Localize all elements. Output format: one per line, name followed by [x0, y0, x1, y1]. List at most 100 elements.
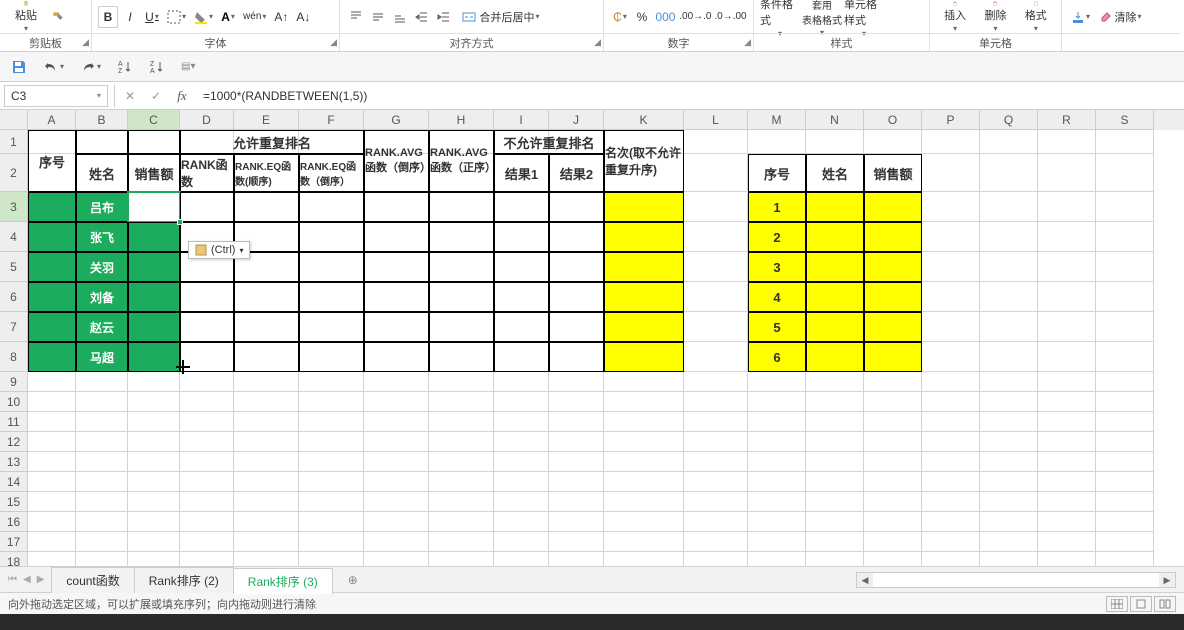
- cell[interactable]: [922, 552, 980, 566]
- cell[interactable]: [28, 492, 76, 512]
- cell[interactable]: [922, 512, 980, 532]
- cell[interactable]: [299, 492, 364, 512]
- cell[interactable]: [1096, 432, 1154, 452]
- column-header[interactable]: F: [299, 110, 364, 130]
- paste-options-button[interactable]: (Ctrl)▾: [188, 241, 250, 259]
- cell[interactable]: [1038, 192, 1096, 222]
- cell[interactable]: [76, 512, 128, 532]
- cell[interactable]: [364, 192, 429, 222]
- cell[interactable]: [429, 512, 494, 532]
- cell[interactable]: 销售额: [864, 154, 922, 192]
- cell[interactable]: [604, 412, 684, 432]
- cell[interactable]: 不允许重复排名: [494, 130, 604, 154]
- cell[interactable]: [980, 192, 1038, 222]
- cell[interactable]: [980, 452, 1038, 472]
- cell[interactable]: [234, 552, 299, 566]
- cell[interactable]: [1038, 312, 1096, 342]
- cell[interactable]: [364, 412, 429, 432]
- cell[interactable]: [748, 412, 806, 432]
- cell[interactable]: [76, 130, 128, 154]
- cell[interactable]: [684, 372, 748, 392]
- cell[interactable]: [28, 432, 76, 452]
- cell[interactable]: [494, 372, 549, 392]
- cell[interactable]: [864, 252, 922, 282]
- cell[interactable]: [806, 252, 864, 282]
- cell[interactable]: [748, 372, 806, 392]
- cell[interactable]: [128, 432, 180, 452]
- cell[interactable]: [234, 312, 299, 342]
- border-button[interactable]: ▾: [164, 6, 189, 28]
- column-header[interactable]: M: [748, 110, 806, 130]
- cell[interactable]: [76, 532, 128, 552]
- cell[interactable]: [180, 512, 234, 532]
- cell[interactable]: [980, 532, 1038, 552]
- cell[interactable]: [76, 552, 128, 566]
- row-header[interactable]: 14: [0, 472, 28, 492]
- column-header[interactable]: J: [549, 110, 604, 130]
- cell[interactable]: 名次(取不允许重复升序): [604, 130, 684, 192]
- cell[interactable]: [549, 252, 604, 282]
- cell[interactable]: [864, 282, 922, 312]
- align-top-button[interactable]: [346, 6, 366, 28]
- cell[interactable]: [494, 532, 549, 552]
- decrease-decimal-button[interactable]: .0→.00: [714, 6, 747, 28]
- cell[interactable]: [234, 432, 299, 452]
- cell[interactable]: [1038, 532, 1096, 552]
- cell[interactable]: 6: [748, 342, 806, 372]
- cell[interactable]: [549, 452, 604, 472]
- cell[interactable]: [1038, 372, 1096, 392]
- cell[interactable]: [806, 452, 864, 472]
- cell[interactable]: [1096, 492, 1154, 512]
- cell[interactable]: [922, 222, 980, 252]
- cell[interactable]: [128, 512, 180, 532]
- cell[interactable]: 序号: [748, 154, 806, 192]
- cell[interactable]: [1038, 552, 1096, 566]
- paste-button[interactable]: 粘贴▾: [6, 1, 46, 33]
- qat-customize-button[interactable]: ▤▾: [178, 56, 198, 78]
- cell[interactable]: [128, 532, 180, 552]
- cell[interactable]: [922, 492, 980, 512]
- cell[interactable]: [1096, 312, 1154, 342]
- cell[interactable]: [364, 472, 429, 492]
- add-sheet-button[interactable]: ⊕: [341, 568, 365, 592]
- cell[interactable]: [748, 432, 806, 452]
- cell[interactable]: [494, 252, 549, 282]
- cell[interactable]: [980, 492, 1038, 512]
- cell[interactable]: [76, 432, 128, 452]
- cell[interactable]: [922, 192, 980, 222]
- cell[interactable]: [76, 452, 128, 472]
- cell[interactable]: [806, 192, 864, 222]
- cell[interactable]: [180, 492, 234, 512]
- cell[interactable]: [748, 452, 806, 472]
- cell[interactable]: [429, 192, 494, 222]
- cell[interactable]: [980, 312, 1038, 342]
- cell[interactable]: [864, 552, 922, 566]
- cell[interactable]: [299, 392, 364, 412]
- cell[interactable]: [684, 130, 748, 154]
- cell[interactable]: [684, 492, 748, 512]
- cell[interactable]: [180, 472, 234, 492]
- cell[interactable]: [1096, 512, 1154, 532]
- cell[interactable]: [684, 192, 748, 222]
- cell[interactable]: [128, 472, 180, 492]
- cell[interactable]: [28, 342, 76, 372]
- cell[interactable]: [494, 392, 549, 412]
- phonetic-button[interactable]: wén▾: [240, 6, 269, 28]
- cell[interactable]: [28, 412, 76, 432]
- cell[interactable]: [299, 432, 364, 452]
- cell[interactable]: [864, 372, 922, 392]
- cell[interactable]: [604, 392, 684, 412]
- cell[interactable]: [28, 532, 76, 552]
- cell[interactable]: [299, 472, 364, 492]
- sheet-tab-rank2[interactable]: Rank排序 (2): [134, 567, 234, 593]
- cell[interactable]: [922, 312, 980, 342]
- grow-font-button[interactable]: A↑: [271, 6, 291, 28]
- cell[interactable]: [922, 532, 980, 552]
- row-header[interactable]: 5: [0, 252, 28, 282]
- cell[interactable]: [922, 130, 980, 154]
- cell[interactable]: [494, 512, 549, 532]
- fill-color-button[interactable]: ▾: [191, 6, 216, 28]
- cell[interactable]: [922, 372, 980, 392]
- cell[interactable]: [128, 252, 180, 282]
- cell[interactable]: [806, 392, 864, 412]
